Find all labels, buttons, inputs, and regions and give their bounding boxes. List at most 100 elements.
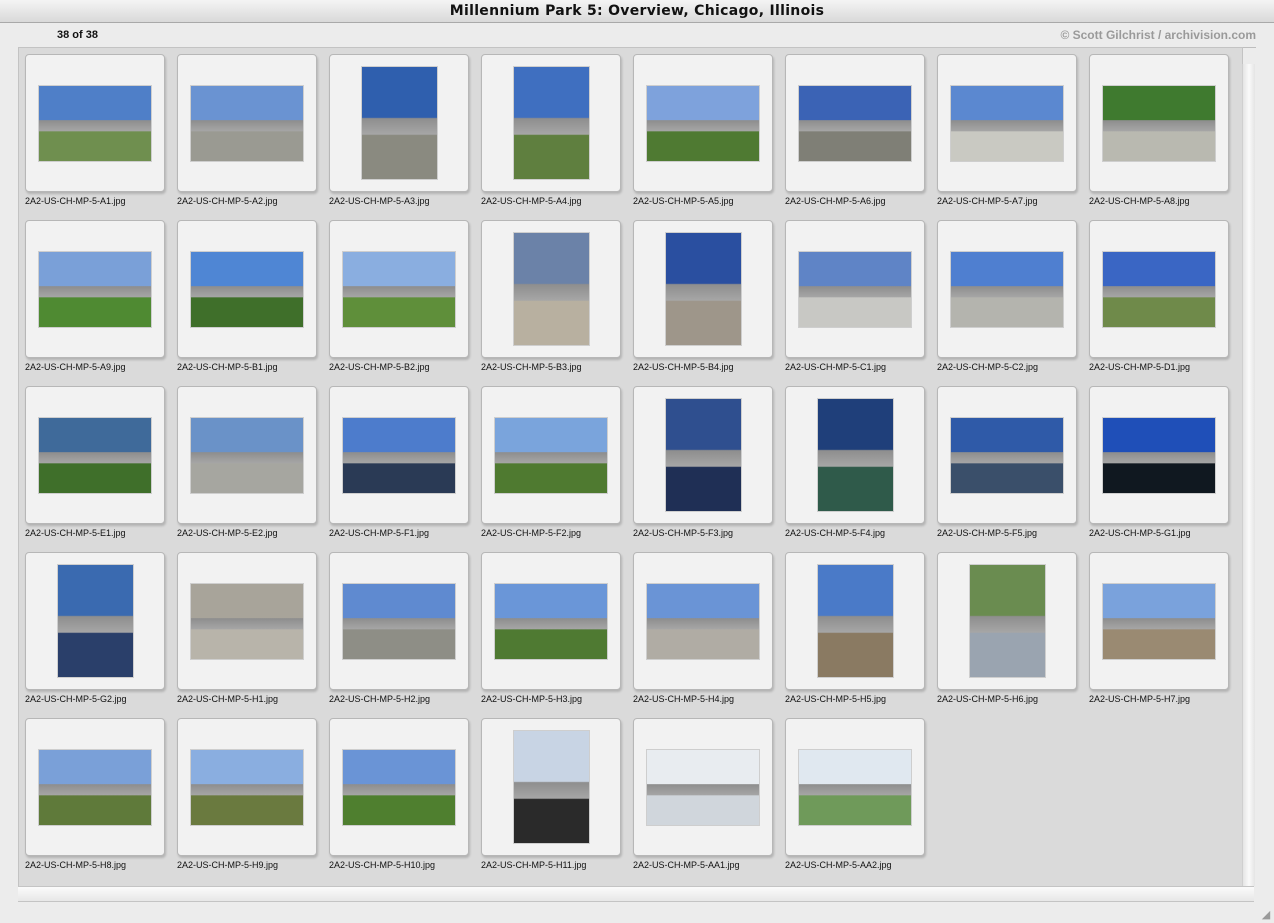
slide-mount[interactable] (177, 386, 317, 524)
photo-thumbnail[interactable] (951, 251, 1063, 327)
photo-thumbnail[interactable] (191, 85, 303, 161)
thumbnail-item[interactable]: 2A2-US-CH-MP-5-A8.jpg (1089, 54, 1229, 206)
thumbnail-item[interactable]: 2A2-US-CH-MP-5-H4.jpg (633, 552, 773, 704)
photo-thumbnail[interactable] (39, 85, 151, 161)
slide-mount[interactable] (481, 552, 621, 690)
photo-thumbnail[interactable] (39, 749, 151, 825)
photo-thumbnail[interactable] (951, 85, 1063, 161)
slide-mount[interactable] (329, 552, 469, 690)
thumbnail-item[interactable]: 2A2-US-CH-MP-5-AA1.jpg (633, 718, 773, 870)
photo-thumbnail[interactable] (57, 565, 133, 677)
slide-mount[interactable] (177, 718, 317, 856)
photo-thumbnail[interactable] (191, 583, 303, 659)
thumbnail-item[interactable]: 2A2-US-CH-MP-5-G1.jpg (1089, 386, 1229, 538)
thumbnail-item[interactable]: 2A2-US-CH-MP-5-H2.jpg (329, 552, 469, 704)
slide-mount[interactable] (25, 386, 165, 524)
photo-thumbnail[interactable] (665, 233, 741, 345)
slide-mount[interactable] (481, 718, 621, 856)
photo-thumbnail[interactable] (513, 67, 589, 179)
thumbnail-item[interactable]: 2A2-US-CH-MP-5-B3.jpg (481, 220, 621, 372)
slide-mount[interactable] (481, 54, 621, 192)
photo-thumbnail[interactable] (951, 417, 1063, 493)
resize-grip-icon[interactable]: ◢ (1260, 909, 1272, 921)
photo-thumbnail[interactable] (817, 565, 893, 677)
thumbnail-item[interactable]: 2A2-US-CH-MP-5-D1.jpg (1089, 220, 1229, 372)
thumbnail-item[interactable]: 2A2-US-CH-MP-5-F4.jpg (785, 386, 925, 538)
slide-mount[interactable] (937, 386, 1077, 524)
thumbnail-item[interactable]: 2A2-US-CH-MP-5-A1.jpg (25, 54, 165, 206)
thumbnail-item[interactable]: 2A2-US-CH-MP-5-A2.jpg (177, 54, 317, 206)
thumbnail-item[interactable]: 2A2-US-CH-MP-5-C1.jpg (785, 220, 925, 372)
photo-thumbnail[interactable] (647, 583, 759, 659)
slide-mount[interactable] (177, 552, 317, 690)
thumbnail-item[interactable]: 2A2-US-CH-MP-5-E1.jpg (25, 386, 165, 538)
photo-thumbnail[interactable] (191, 251, 303, 327)
photo-thumbnail[interactable] (799, 749, 911, 825)
slide-mount[interactable] (329, 718, 469, 856)
thumbnail-item[interactable]: 2A2-US-CH-MP-5-H7.jpg (1089, 552, 1229, 704)
photo-thumbnail[interactable] (191, 749, 303, 825)
slide-mount[interactable] (633, 220, 773, 358)
photo-thumbnail[interactable] (1103, 85, 1215, 161)
slide-mount[interactable] (481, 220, 621, 358)
thumbnail-item[interactable]: 2A2-US-CH-MP-5-H1.jpg (177, 552, 317, 704)
photo-thumbnail[interactable] (1103, 417, 1215, 493)
thumbnail-item[interactable]: 2A2-US-CH-MP-5-E2.jpg (177, 386, 317, 538)
photo-thumbnail[interactable] (817, 399, 893, 511)
photo-thumbnail[interactable] (647, 85, 759, 161)
slide-mount[interactable] (937, 220, 1077, 358)
thumbnail-item[interactable]: 2A2-US-CH-MP-5-F1.jpg (329, 386, 469, 538)
photo-thumbnail[interactable] (343, 251, 455, 327)
slide-mount[interactable] (1089, 552, 1229, 690)
thumbnail-item[interactable]: 2A2-US-CH-MP-5-H6.jpg (937, 552, 1077, 704)
photo-thumbnail[interactable] (343, 583, 455, 659)
photo-thumbnail[interactable] (39, 251, 151, 327)
slide-mount[interactable] (785, 718, 925, 856)
slide-mount[interactable] (177, 220, 317, 358)
thumbnail-item[interactable]: 2A2-US-CH-MP-5-H5.jpg (785, 552, 925, 704)
photo-thumbnail[interactable] (361, 67, 437, 179)
thumbnail-item[interactable]: 2A2-US-CH-MP-5-F3.jpg (633, 386, 773, 538)
slide-mount[interactable] (25, 220, 165, 358)
slide-mount[interactable] (633, 552, 773, 690)
slide-mount[interactable] (1089, 54, 1229, 192)
slide-mount[interactable] (633, 54, 773, 192)
thumbnail-item[interactable]: 2A2-US-CH-MP-5-H10.jpg (329, 718, 469, 870)
photo-thumbnail[interactable] (39, 417, 151, 493)
thumbnail-item[interactable]: 2A2-US-CH-MP-5-F2.jpg (481, 386, 621, 538)
photo-thumbnail[interactable] (1103, 251, 1215, 327)
thumbnail-item[interactable]: 2A2-US-CH-MP-5-A5.jpg (633, 54, 773, 206)
slide-mount[interactable] (25, 552, 165, 690)
photo-thumbnail[interactable] (495, 583, 607, 659)
slide-mount[interactable] (329, 220, 469, 358)
thumbnail-item[interactable]: 2A2-US-CH-MP-5-AA2.jpg (785, 718, 925, 870)
thumbnail-item[interactable]: 2A2-US-CH-MP-5-B2.jpg (329, 220, 469, 372)
thumbnail-item[interactable]: 2A2-US-CH-MP-5-C2.jpg (937, 220, 1077, 372)
thumbnail-item[interactable]: 2A2-US-CH-MP-5-B4.jpg (633, 220, 773, 372)
photo-thumbnail[interactable] (665, 399, 741, 511)
vertical-scrollbar[interactable] (1242, 64, 1255, 886)
slide-mount[interactable] (633, 718, 773, 856)
slide-mount[interactable] (937, 54, 1077, 192)
thumbnail-item[interactable]: 2A2-US-CH-MP-5-A7.jpg (937, 54, 1077, 206)
thumbnail-item[interactable]: 2A2-US-CH-MP-5-B1.jpg (177, 220, 317, 372)
horizontal-scrollbar[interactable] (18, 886, 1254, 902)
slide-mount[interactable] (1089, 386, 1229, 524)
slide-mount[interactable] (785, 220, 925, 358)
slide-mount[interactable] (481, 386, 621, 524)
thumbnail-item[interactable]: 2A2-US-CH-MP-5-H8.jpg (25, 718, 165, 870)
thumbnail-item[interactable]: 2A2-US-CH-MP-5-A3.jpg (329, 54, 469, 206)
slide-mount[interactable] (177, 54, 317, 192)
thumbnail-item[interactable]: 2A2-US-CH-MP-5-A9.jpg (25, 220, 165, 372)
thumbnail-item[interactable]: 2A2-US-CH-MP-5-A6.jpg (785, 54, 925, 206)
photo-thumbnail[interactable] (343, 417, 455, 493)
photo-thumbnail[interactable] (495, 417, 607, 493)
photo-thumbnail[interactable] (799, 85, 911, 161)
thumbnail-item[interactable]: 2A2-US-CH-MP-5-H3.jpg (481, 552, 621, 704)
photo-thumbnail[interactable] (969, 565, 1045, 677)
thumbnail-item[interactable]: 2A2-US-CH-MP-5-A4.jpg (481, 54, 621, 206)
slide-mount[interactable] (1089, 220, 1229, 358)
photo-thumbnail[interactable] (343, 749, 455, 825)
thumbnail-item[interactable]: 2A2-US-CH-MP-5-F5.jpg (937, 386, 1077, 538)
slide-mount[interactable] (785, 386, 925, 524)
